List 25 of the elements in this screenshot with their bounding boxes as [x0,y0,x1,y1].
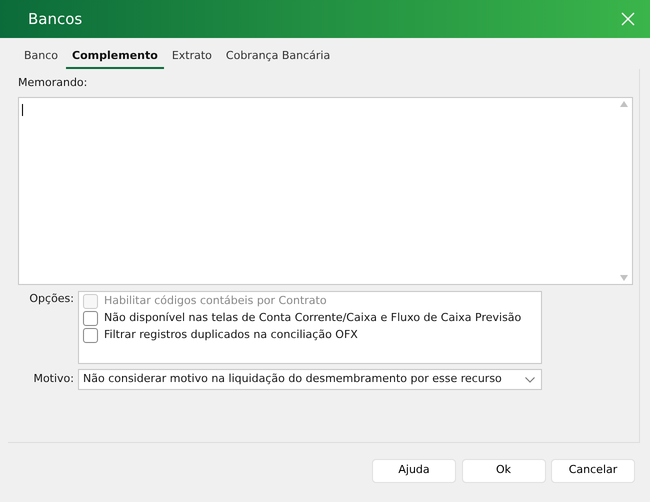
scroll-down-icon[interactable] [620,275,628,282]
dropdown-value: Não considerar motivo na liquidação do desmembramento por esse recurso [83,371,502,388]
checkbox-label: Habilitar códigos contábeis por Contrato [104,292,327,309]
chevron-down-icon [525,376,535,382]
memo-field[interactable] [18,97,633,285]
field-label: Memorando: [18,74,88,90]
checkbox[interactable] [83,328,98,342]
scroll-up-icon[interactable] [620,100,628,107]
dialog-button[interactable]: Ajuda [372,458,456,482]
tab[interactable]: Complemento [66,48,164,68]
window-title: Bancos [28,8,82,30]
motivo-dropdown[interactable]: Não considerar motivo na liquidação do desmembramento por esse recurso [78,369,542,390]
checkbox-label: Não disponível nas telas de Conta Corrente/Caixa e Fluxo de Caixa Previsão [104,310,522,326]
tab[interactable]: Extrato [166,48,218,68]
field-label: Motivo: [32,371,75,388]
checkbox-label: Filtrar registros duplicados na conciliação OFX [104,326,358,343]
tab[interactable]: Banco [18,48,64,68]
field-label: Opções: [28,290,75,306]
tab[interactable]: Cobrança Bancária [220,48,336,68]
text-cursor [22,104,23,116]
close-icon [620,11,636,27]
dialog-button[interactable]: Ok [462,458,546,482]
checkbox[interactable] [83,310,98,326]
dialog-button[interactable]: Cancelar [551,458,635,482]
close-button[interactable] [620,11,636,27]
